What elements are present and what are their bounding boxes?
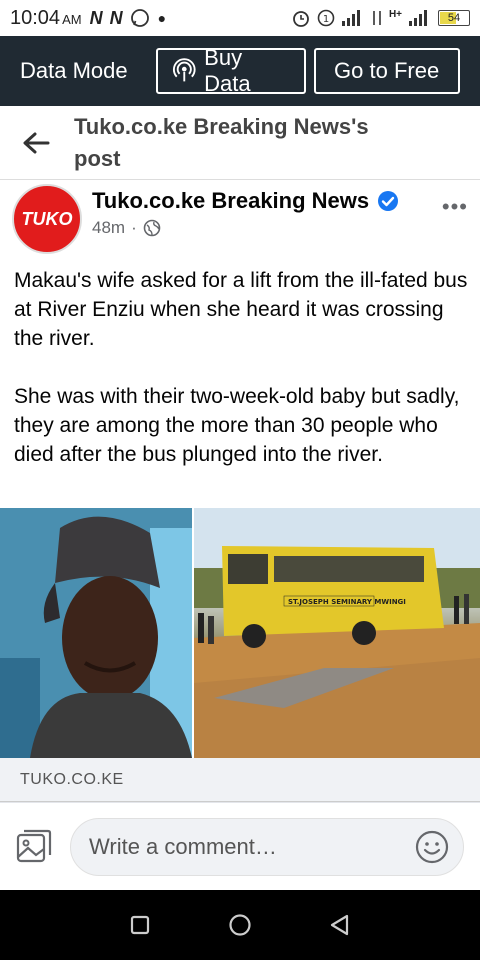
status-time: 10:04 AM — [10, 6, 82, 29]
globe-icon — [143, 219, 161, 237]
post-paragraph: Makau's wife asked for a lift from the i… — [14, 269, 468, 350]
avatar-logo-text: TUKO — [21, 208, 73, 229]
post-paragraph: She was with their two-week-old baby but… — [14, 385, 460, 466]
signal-icon-2 — [409, 10, 427, 26]
man-photo[interactable] — [0, 508, 192, 758]
comment-placeholder: Write a comment… — [89, 833, 277, 859]
broadcast-icon — [172, 58, 196, 82]
post-images[interactable]: ST.JOSEPH SEMINARY MWINGI — [0, 508, 480, 758]
status-bar: 10:04 AM N N ● 1 H+ 54 — [0, 0, 480, 36]
comment-bar: Write a comment… — [0, 802, 480, 890]
back-button[interactable] — [320, 905, 360, 945]
whatsapp-icon — [130, 9, 149, 27]
data-transfer-icon — [373, 11, 381, 25]
author-name[interactable]: Tuko.co.ke Breaking News — [92, 188, 369, 214]
bus-photo[interactable]: ST.JOSEPH SEMINARY MWINGI — [194, 508, 480, 758]
emoji-icon[interactable] — [415, 830, 449, 864]
photo-attach-icon[interactable] — [14, 827, 54, 867]
sim-icon: 1 — [317, 9, 335, 27]
comment-input[interactable]: Write a comment… — [70, 817, 464, 876]
page-title: Tuko.co.ke Breaking News's post — [74, 113, 369, 171]
data-mode-label: Data Mode — [20, 58, 128, 83]
avatar[interactable]: TUKO — [12, 184, 82, 254]
post-author-row: TUKO Tuko.co.ke Breaking News 48m · ••• — [0, 180, 480, 260]
home-button[interactable] — [220, 905, 260, 945]
bus-text: ST.JOSEPH SEMINARY MWINGI — [288, 598, 406, 606]
post-time: 48m — [92, 218, 126, 237]
post-header: Tuko.co.ke Breaking News's post — [0, 106, 480, 180]
dot-icon: ● — [157, 10, 167, 26]
alarm-icon — [293, 11, 309, 27]
data-mode-bar: Data Mode Buy Data Go to Free — [0, 36, 480, 106]
network-type: H+ — [388, 8, 402, 20]
post-body: Makau's wife asked for a lift from the i… — [14, 266, 470, 498]
buy-data-button[interactable]: Buy Data — [155, 45, 306, 96]
link-source[interactable]: TUKO.CO.KE — [0, 758, 480, 802]
more-options-icon[interactable]: ••• — [442, 194, 468, 220]
verified-badge-icon — [378, 191, 399, 211]
notification-n-icon: N — [109, 7, 123, 28]
signal-icon — [341, 10, 360, 26]
android-nav-bar — [0, 890, 480, 960]
svg-text:1: 1 — [323, 14, 329, 25]
separator-dot: · — [131, 218, 137, 237]
go-to-free-button[interactable]: Go to Free — [313, 48, 460, 94]
battery-icon: 54 — [438, 10, 470, 26]
notification-n-icon: N — [89, 7, 103, 28]
back-arrow-icon[interactable] — [12, 119, 60, 167]
recents-button[interactable] — [120, 905, 160, 945]
